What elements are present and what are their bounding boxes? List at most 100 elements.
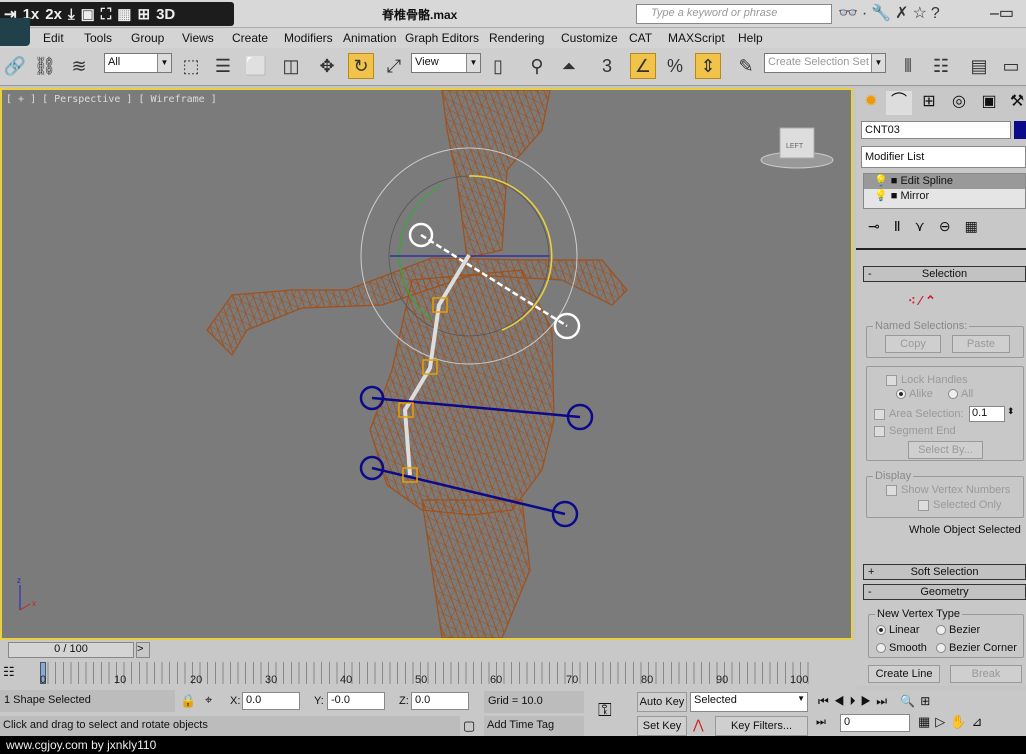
key-mode-toggle-icon[interactable]: ⏭	[816, 716, 826, 729]
move-icon[interactable]: ✥	[314, 53, 340, 79]
qa-button[interactable]: ⤓	[68, 6, 75, 23]
menu-tools[interactable]: Tools	[84, 31, 112, 45]
manipulate-icon[interactable]: ⚲	[524, 53, 550, 79]
reference-coord-dropdown[interactable]: View ▼	[411, 53, 481, 73]
align-icon[interactable]: ☷	[928, 53, 954, 79]
absolute-mode-icon[interactable]: ⌖	[205, 692, 212, 708]
menu-customize[interactable]: Customize	[561, 31, 618, 45]
menu-animation[interactable]: Animation	[343, 31, 396, 45]
modifier-list-dropdown[interactable]: Modifier List	[861, 146, 1026, 168]
auto-key-button[interactable]: Auto Key	[637, 692, 687, 712]
track-bar-toggle-icon[interactable]: ☷	[3, 664, 15, 680]
qa-button[interactable]: ▦	[117, 5, 131, 23]
x-coord-field[interactable]: 0.0	[242, 692, 300, 710]
search-input[interactable]: Type a keyword or phrase	[636, 4, 832, 24]
edit-named-selection-icon[interactable]: ✎	[733, 53, 759, 79]
select-object-icon[interactable]: ⬚	[178, 53, 204, 79]
all-radio[interactable]: All	[948, 388, 973, 400]
key-curve-icon[interactable]: ⋀	[693, 717, 704, 733]
snap-toggle-icon[interactable]: 3	[594, 53, 620, 79]
keyboard-shortcut-icon[interactable]: ⏶	[556, 53, 582, 79]
mirror-icon[interactable]: ⫴	[895, 53, 921, 79]
y-coord-field[interactable]: -0.0	[327, 692, 385, 710]
time-slider-next[interactable]: >	[136, 642, 150, 658]
qa-button[interactable]: ⊞	[137, 5, 150, 23]
link-icon[interactable]: 🔗	[2, 53, 28, 79]
paste-button[interactable]: Paste	[952, 335, 1010, 353]
qa-button[interactable]: 3D	[156, 6, 175, 23]
soft-selection-rollout[interactable]: + Soft Selection	[863, 564, 1026, 580]
create-tab-icon[interactable]: ✹	[858, 91, 884, 115]
named-selection-dropdown[interactable]: Create Selection Set ▼	[764, 53, 886, 73]
menu-graph-editors[interactable]: Graph Editors	[405, 31, 479, 45]
app-logo[interactable]	[0, 18, 30, 46]
bezier-corner-radio[interactable]: Bezier Corner	[936, 642, 1017, 654]
select-by-name-icon[interactable]: ☰	[210, 53, 236, 79]
menu-rendering[interactable]: Rendering	[489, 31, 544, 45]
menu-help[interactable]: Help	[738, 31, 763, 45]
key-filters-button[interactable]: Key Filters...	[715, 716, 808, 736]
viewcube[interactable]: LEFT	[760, 127, 834, 169]
help-icons[interactable]: 👓·🔧✗☆?	[838, 3, 944, 23]
current-frame-field[interactable]: 0	[840, 714, 910, 732]
copy-button[interactable]: Copy	[885, 335, 941, 353]
show-vertex-numbers-checkbox[interactable]: Show Vertex Numbers	[886, 484, 1010, 496]
bezier-radio[interactable]: Bezier	[936, 624, 980, 636]
geometry-rollout[interactable]: - Geometry	[863, 584, 1026, 600]
qa-button[interactable]: 2x	[45, 6, 62, 23]
object-color-swatch[interactable]	[1014, 121, 1026, 139]
layer-manager-icon[interactable]: ▤	[966, 53, 992, 79]
menu-create[interactable]: Create	[232, 31, 268, 45]
menu-group[interactable]: Group	[131, 31, 164, 45]
selection-rollout[interactable]: - Selection	[863, 266, 1026, 282]
z-coord-field[interactable]: 0.0	[411, 692, 469, 710]
menu-modifiers[interactable]: Modifiers	[284, 31, 333, 45]
break-button[interactable]: Break	[950, 665, 1022, 683]
qa-button[interactable]: ⛶	[101, 6, 112, 23]
rect-selection-icon[interactable]: ⬜	[243, 53, 269, 79]
menu-cat[interactable]: CAT	[629, 31, 652, 45]
unlink-icon[interactable]: ⛓	[32, 53, 58, 79]
modifier-stack[interactable]: 💡 ■ Edit Spline 💡 ■ Mirror	[863, 173, 1026, 209]
hierarchy-tab-icon[interactable]: ⊞	[916, 91, 942, 115]
smooth-radio[interactable]: Smooth	[876, 642, 927, 654]
motion-tab-icon[interactable]: ◎	[946, 91, 972, 115]
graphite-icon[interactable]: ▭	[998, 53, 1024, 79]
scale-icon[interactable]: ⤢	[381, 53, 407, 79]
display-tab-icon[interactable]: ▣	[976, 91, 1002, 115]
qa-button[interactable]: ▣	[81, 5, 95, 23]
selected-only-checkbox[interactable]: Selected Only	[918, 499, 1001, 511]
window-controls[interactable]: –▭	[990, 3, 1014, 23]
create-line-button[interactable]: Create Line	[868, 665, 940, 683]
perspective-viewport[interactable]: [ + ] [ Perspective ] [ Wireframe ] LEFT…	[0, 88, 853, 640]
stack-item[interactable]: 💡 ■ Mirror	[864, 189, 1025, 204]
menu-edit[interactable]: Edit	[43, 31, 64, 45]
key-icon[interactable]: ⚿	[598, 700, 612, 721]
angle-snap-icon[interactable]: ∠	[630, 53, 656, 79]
menu-views[interactable]: Views	[182, 31, 214, 45]
key-mode-dropdown[interactable]: Selected ▼	[690, 692, 808, 712]
stack-tools-icons[interactable]: ⊸Ⅱ⋎⊖▦	[868, 218, 992, 235]
window-crossing-icon[interactable]: ◫	[278, 53, 304, 79]
utilities-tab-icon[interactable]: ⚒	[1004, 91, 1026, 115]
sublevel-icons[interactable]: ⁖ ⁄ ⌃	[908, 293, 936, 309]
spinner-snap-icon[interactable]: ⇕	[695, 53, 721, 79]
select-by-button[interactable]: Select By...	[908, 441, 983, 459]
add-time-tag-button[interactable]: Add Time Tag	[484, 716, 584, 736]
linear-radio[interactable]: Linear	[876, 624, 920, 636]
alike-radio[interactable]: Alike	[896, 388, 933, 400]
set-key-button[interactable]: Set Key	[637, 716, 687, 736]
bind-space-warp-icon[interactable]: ≋	[66, 53, 92, 79]
selection-filter-dropdown[interactable]: All ▼	[104, 53, 172, 73]
modify-tab-icon[interactable]: ⌒	[886, 91, 912, 115]
area-selection-checkbox[interactable]: Area Selection:	[874, 408, 964, 420]
time-slider[interactable]: 0 / 100	[8, 642, 134, 658]
rotate-icon[interactable]: ↻	[348, 53, 374, 79]
lock-handles-checkbox[interactable]: Lock Handles	[886, 374, 968, 386]
viewport-nav-icons[interactable]: ▦▷✋⊿	[918, 714, 987, 730]
segment-end-checkbox[interactable]: Segment End	[874, 425, 956, 437]
object-name-field[interactable]: CNT03	[861, 121, 1011, 139]
stack-item[interactable]: 💡 ■ Edit Spline	[864, 174, 1025, 189]
spinner-arrows-icon[interactable]: ⬍	[1007, 406, 1015, 417]
area-selection-spinner[interactable]: 0.1	[969, 406, 1005, 422]
